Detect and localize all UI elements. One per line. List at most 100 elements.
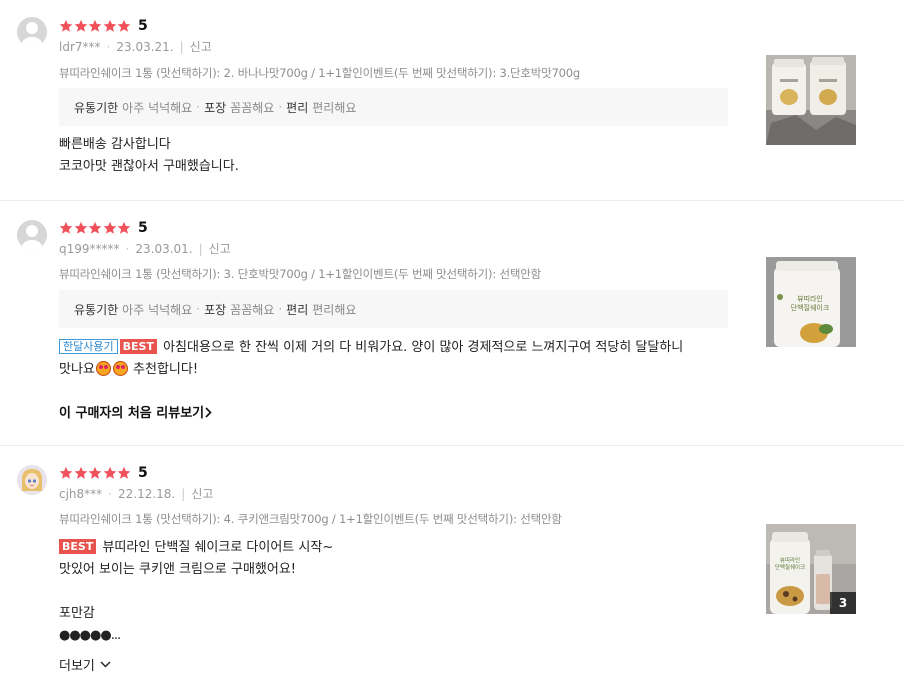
review-line: BEST 뷰띠라인 단백질 쉐이크로 다이어트 시작~ [59, 537, 333, 559]
star-icon [117, 221, 132, 235]
review-meta: cjh8*** · 22.12.18. | 신고 [59, 485, 213, 502]
svg-text:단백질쉐이크: 단백질쉐이크 [775, 563, 805, 571]
separator: · [196, 100, 201, 114]
attr-key: 포장 [204, 100, 227, 115]
reviewer-id: q199***** [59, 241, 120, 256]
star-icon [103, 221, 118, 235]
star-icon [88, 221, 103, 235]
report-button[interactable]: 신고 [209, 240, 231, 257]
review-meta: q199***** · 23.03.01. | 신고 [59, 240, 231, 257]
review-text: BEST 뷰띠라인 단백질 쉐이크로 다이어트 시작~ 맛있어 보이는 쿠키앤 … [59, 537, 333, 647]
review-item: 5 cjh8*** · 22.12.18. | 신고 뷰띠라인쉐이크 1통 (맛… [0, 446, 904, 692]
attr-key: 유통기한 [74, 100, 119, 115]
svg-text:뷰띠라인: 뷰띠라인 [797, 294, 823, 303]
more-button-label: 더보기 [59, 659, 95, 674]
reviewer-id: ldr7*** [59, 39, 101, 54]
star-icon [59, 19, 74, 33]
rating-score: 5 [137, 465, 148, 481]
report-button[interactable]: 신고 [191, 485, 213, 502]
review-attributes: 유통기한 아주 넉넉해요 · 포장 꼼꼼해요 · 편리 편리해요 [59, 290, 728, 328]
review-line-text: 아침대용으로 한 잔씩 이제 거의 다 비워가요. 양이 많아 경제적으로 느껴… [163, 340, 684, 355]
review-photo[interactable] [766, 55, 856, 145]
attr-value: 아주 넉넉해요 [122, 302, 193, 317]
first-review-link[interactable]: 이 구매자의 처음 리뷰보기 [59, 402, 212, 421]
review-line: 맛나요 추천합니다! [59, 359, 683, 381]
review-text: 빠른배송 감사합니다 코코아맛 괜찮아서 구매했습니다. [59, 134, 239, 178]
star-icon [74, 19, 89, 33]
star-icon [117, 19, 132, 33]
rating-score: 5 [137, 220, 148, 236]
separator: | [179, 39, 184, 54]
attr-value: 편리해요 [312, 100, 357, 115]
separator: · [106, 39, 111, 54]
star-icon [103, 19, 118, 33]
review-line-text: 추천합니다! [133, 362, 199, 377]
star-rating: 5 [59, 465, 148, 481]
review-line: ●●●●●... [59, 628, 121, 643]
star-icon [59, 221, 74, 235]
review-photo[interactable]: 뷰띠라인 단백질쉐이크 3 [766, 524, 856, 614]
review-photo[interactable]: 뷰띠라인 단백질쉐이크 [766, 257, 856, 347]
review-text: 한달사용기 BEST 아침대용으로 한 잔씩 이제 거의 다 비워가요. 양이 많… [59, 337, 683, 381]
review-line-text: 맛나요 [59, 362, 95, 377]
best-badge: BEST [59, 539, 97, 554]
star-icon [74, 221, 89, 235]
image-count-badge: 3 [830, 592, 856, 614]
attr-value: 편리해요 [312, 302, 357, 317]
review-line: 한달사용기 BEST 아침대용으로 한 잔씩 이제 거의 다 비워가요. 양이 많… [59, 337, 683, 359]
star-icon [59, 466, 74, 480]
attr-key: 편리 [286, 100, 309, 115]
purchase-option: 뷰띠라인쉐이크 1통 (맛선택하기): 2. 바나나맛700g / 1+1할인이… [59, 66, 581, 80]
attr-value: 꼼꼼해요 [230, 100, 275, 115]
avatar [17, 465, 47, 495]
review-line: 코코아맛 괜찮아서 구매했습니다. [59, 159, 239, 174]
purchase-option: 뷰띠라인쉐이크 1통 (맛선택하기): 3. 단호박맛700g / 1+1할인이… [59, 267, 541, 281]
chevron-down-icon [100, 657, 111, 672]
separator: | [181, 486, 186, 501]
attr-key: 포장 [204, 302, 227, 317]
star-icon [103, 466, 118, 480]
star-icon [88, 19, 103, 33]
more-button[interactable]: 더보기 [59, 655, 111, 674]
attr-key: 편리 [286, 302, 309, 317]
heart-eyes-emoji-icon [112, 361, 128, 376]
report-button[interactable]: 신고 [190, 38, 212, 55]
review-line-text: 뷰띠라인 단백질 쉐이크로 다이어트 시작~ [102, 540, 334, 555]
avatar [17, 17, 47, 47]
review-date: 22.12.18. [118, 486, 176, 501]
month-use-badge: 한달사용기 [59, 339, 118, 354]
separator: · [108, 486, 112, 501]
review-item: 5 ldr7*** · 23.03.21. | 신고 뷰띠라인쉐이크 1통 (맛… [0, 0, 904, 201]
review-attributes: 유통기한 아주 넉넉해요 · 포장 꼼꼼해요 · 편리 편리해요 [59, 88, 728, 126]
purchase-option: 뷰띠라인쉐이크 1통 (맛선택하기): 4. 쿠키앤크림맛700g / 1+1할… [59, 512, 562, 526]
best-badge: BEST [119, 339, 157, 354]
svg-text:뷰띠라인: 뷰띠라인 [780, 556, 800, 564]
rating-score: 5 [137, 18, 148, 34]
review-line: 포만감 [59, 606, 95, 621]
separator: | [198, 241, 203, 256]
separator: · [125, 241, 130, 256]
svg-text:단백질쉐이크: 단백질쉐이크 [791, 303, 830, 312]
star-rating: 5 [59, 18, 148, 34]
heart-eyes-emoji-icon [95, 361, 111, 376]
review-date: 23.03.01. [135, 241, 193, 256]
attr-value: 아주 넉넉해요 [122, 100, 193, 115]
star-rating: 5 [59, 220, 148, 236]
avatar [17, 220, 47, 250]
separator: · [278, 100, 283, 114]
review-line-blank [59, 581, 333, 603]
chevron-right-icon [205, 406, 212, 421]
star-icon [88, 466, 103, 480]
attr-value: 꼼꼼해요 [230, 302, 275, 317]
first-review-link-label: 이 구매자의 처음 리뷰보기 [59, 406, 205, 421]
review-line: 빠른배송 감사합니다 [59, 137, 171, 152]
separator: · [278, 302, 283, 316]
star-icon [117, 466, 132, 480]
separator: · [196, 302, 201, 316]
attr-key: 유통기한 [74, 302, 119, 317]
review-item: 5 q199***** · 23.03.01. | 신고 뷰띠라인쉐이크 1통 … [0, 201, 904, 446]
review-line: 맛있어 보이는 쿠키앤 크림으로 구매했어요! [59, 562, 297, 577]
star-icon [74, 466, 89, 480]
review-date: 23.03.21. [116, 39, 174, 54]
reviewer-id: cjh8*** [59, 486, 103, 501]
